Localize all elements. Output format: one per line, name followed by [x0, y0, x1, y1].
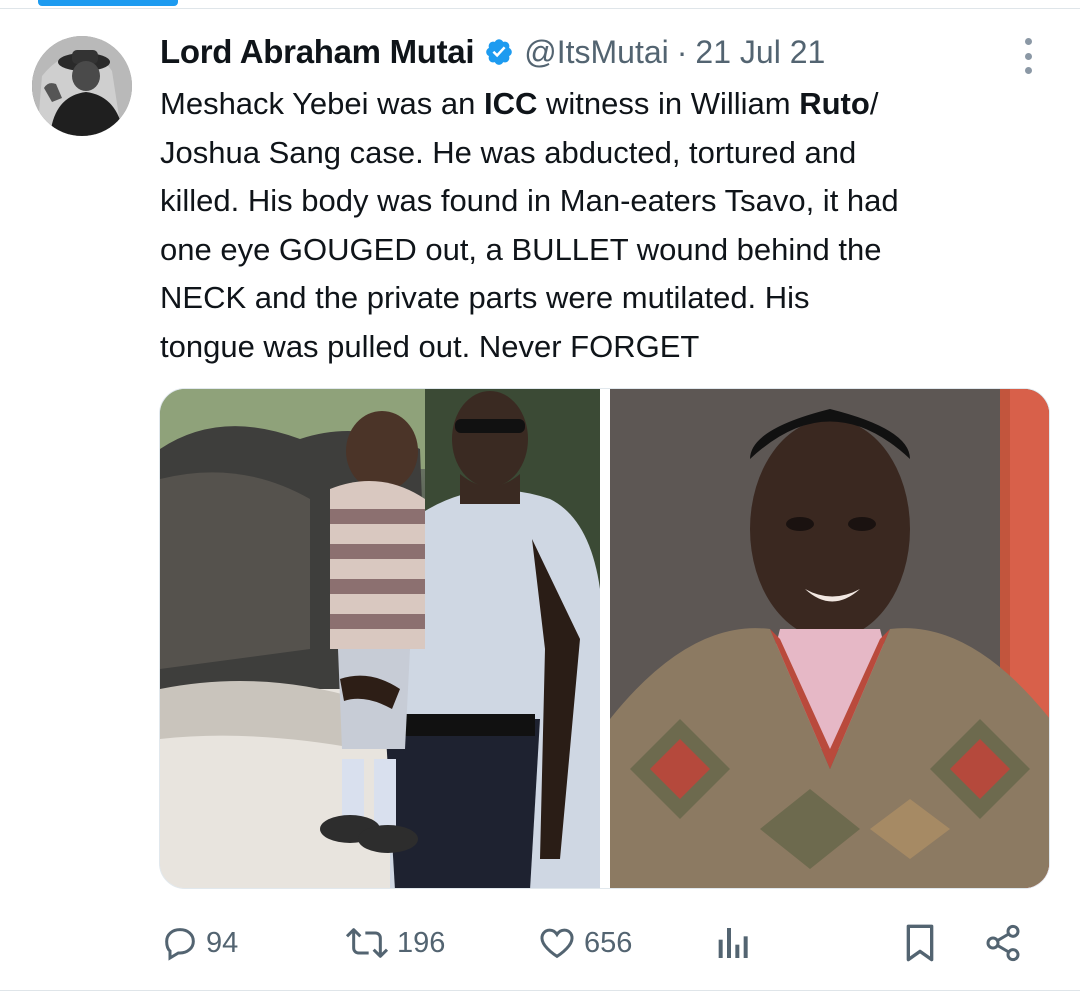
photo-illustration [160, 389, 600, 888]
more-dot [1024, 38, 1032, 45]
tweet-text-segment: NECK and the private parts were mutilate… [160, 280, 810, 315]
more-dot [1024, 52, 1032, 60]
heart-icon [540, 928, 574, 959]
tweet-text-segment: one eye GOUGED out, a BULLET wound behin… [160, 231, 882, 267]
photo-man-holding-child[interactable] [160, 389, 600, 888]
top-divider [0, 8, 1080, 9]
tweet-text-bold: ICC [484, 86, 538, 121]
tweet-text-segment: Meshack Yebei was an [160, 86, 484, 121]
tweet-text-segment: / [869, 86, 879, 121]
repost-icon [345, 928, 389, 958]
photo-man-portrait[interactable] [609, 389, 1049, 888]
reply-count: 94 [206, 926, 239, 959]
tweet-text-segment: killed. His body was found in Man-eaters… [160, 183, 899, 218]
reply-icon [165, 928, 195, 961]
tweet-text-segment: tongue was pulled out. Never FORGET [160, 328, 700, 364]
tweet-text-line: Joshua Sang case. He was abducted, tortu… [160, 129, 1060, 178]
analytics-button[interactable] [714, 915, 750, 971]
like-count: 656 [584, 926, 633, 959]
verified-badge-icon [486, 39, 513, 65]
tweet-text-line: killed. His body was found in Man-eaters… [160, 177, 1060, 226]
tweet-text-line: Meshack Yebei was an ICC witness in Will… [160, 80, 1060, 129]
tweet-text-line: one eye GOUGED out, a BULLET wound behin… [160, 226, 1060, 275]
active-tab-indicator [38, 0, 178, 6]
more-options-icon[interactable] [1016, 38, 1040, 74]
tweet-text: Meshack Yebei was an ICC witness in Will… [160, 80, 1060, 371]
repost-count: 196 [397, 926, 446, 959]
bookmark-icon [906, 924, 934, 962]
tweet-text-segment: Joshua Sang case. He was abducted, tortu… [160, 134, 857, 170]
tweet-text-line: NECK and the private parts were mutilate… [160, 274, 1060, 323]
media-grid[interactable] [159, 388, 1050, 889]
tweet-header: Lord Abraham Mutai @ItsMutai · 21 Jul 21 [160, 30, 825, 74]
like-button[interactable]: 656 [536, 915, 632, 971]
avatar[interactable] [32, 36, 132, 136]
share-icon [986, 924, 1020, 962]
tweet-text-line: tongue was pulled out. Never FORGET [160, 323, 1060, 372]
bottom-divider [0, 990, 1080, 991]
analytics-icon [718, 928, 748, 958]
author-name[interactable]: Lord Abraham Mutai [160, 33, 475, 71]
repost-button[interactable]: 196 [343, 915, 445, 971]
more-dot [1024, 67, 1032, 74]
bookmark-button[interactable] [902, 915, 938, 971]
tweet-date[interactable]: 21 Jul 21 [695, 34, 825, 71]
author-handle[interactable]: @ItsMutai [524, 34, 669, 71]
separator-dot: · [676, 33, 688, 70]
tweet-text-bold: Ruto [799, 86, 870, 121]
tweet-actions: 94 196 656 [160, 915, 1040, 971]
tweet-text-segment: witness in William [537, 86, 800, 121]
reply-button[interactable]: 94 [160, 915, 238, 971]
photo-illustration [609, 389, 1049, 888]
share-button[interactable] [982, 915, 1024, 971]
avatar-image [32, 36, 132, 136]
